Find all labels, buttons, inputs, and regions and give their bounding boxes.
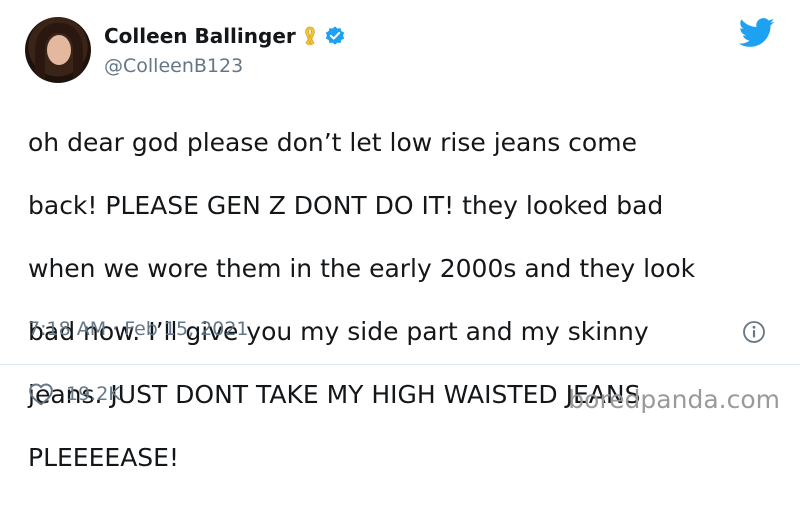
tweet-text-line: PLEEEEASE! [28, 442, 179, 472]
watermark: boredpanda.com [568, 385, 780, 414]
author-handle[interactable]: @ColleenB123 [104, 55, 243, 77]
avatar-face [47, 35, 71, 65]
twitter-bird-icon[interactable] [738, 18, 775, 48]
like-action[interactable]: 19.2K [28, 382, 121, 406]
heart-icon[interactable] [28, 382, 54, 406]
verified-badge-icon [324, 25, 346, 47]
info-icon[interactable] [742, 320, 766, 344]
tweet-text: oh dear god please don’t let low rise je… [28, 95, 773, 505]
tweet-text-line: oh dear god please don’t let low rise je… [28, 127, 637, 157]
tweet-text-line: back! PLEASE GEN Z DONT DO IT! they look… [28, 190, 664, 220]
tweet-timestamp[interactable]: 7:18 AM · Feb 15, 2021 [28, 318, 249, 340]
tweet-text-line: when we wore them in the early 2000s and… [28, 253, 696, 283]
divider [0, 364, 800, 365]
like-count: 19.2K [66, 383, 121, 405]
display-name[interactable]: Colleen Ballinger [104, 24, 296, 48]
yellow-ribbon-icon [302, 25, 318, 47]
author-name-row: Colleen Ballinger [104, 24, 346, 48]
avatar[interactable] [25, 17, 91, 83]
